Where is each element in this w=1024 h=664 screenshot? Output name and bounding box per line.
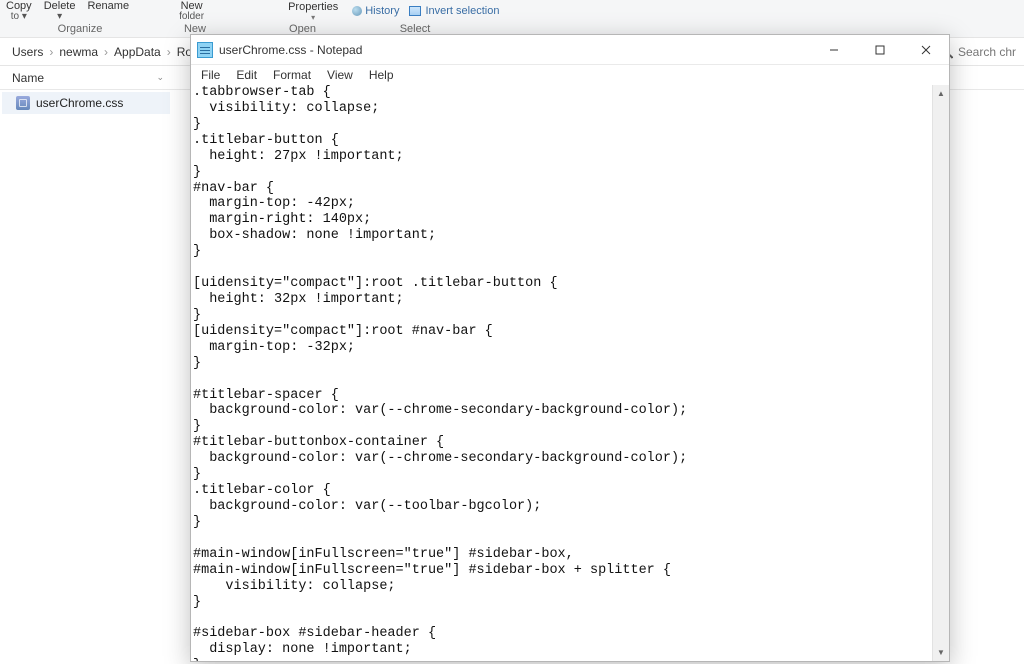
menu-help[interactable]: Help [363,67,400,83]
ribbon-copy-to[interactable]: Copy to ▾ [0,0,38,22]
chevron-down-icon: ⌄ [156,72,164,83]
ribbon-section-organize: Organize [0,22,160,37]
breadcrumb-item[interactable]: AppData [110,45,165,59]
ribbon-commands: Copy to ▾ Delete ▾ Rename New folder Pro… [0,0,1024,22]
maximize-button[interactable] [857,35,903,65]
close-button[interactable] [903,35,949,65]
search-box[interactable]: 🔍 Search chr [939,45,1016,59]
menu-view[interactable]: View [321,67,359,83]
notepad-window: userChrome.css - Notepad File Edit Forma… [190,34,950,662]
notepad-title-text: userChrome.css - Notepad [219,43,362,57]
menu-file[interactable]: File [195,67,226,83]
ribbon-invert-selection[interactable]: Invert selection [405,0,503,22]
chevron-right-icon: › [102,45,110,59]
invert-selection-icon [409,6,421,16]
menu-edit[interactable]: Edit [230,67,263,83]
menu-format[interactable]: Format [267,67,317,83]
ribbon-history[interactable]: History [346,0,405,22]
minimize-icon [829,45,839,55]
file-item-userchrome[interactable]: userChrome.css [2,92,170,114]
chevron-right-icon: › [165,45,173,59]
scroll-down-icon[interactable]: ▼ [933,644,949,661]
notepad-titlebar[interactable]: userChrome.css - Notepad [191,35,949,65]
vertical-scrollbar[interactable]: ▲ ▼ [932,85,949,661]
close-icon [921,45,931,55]
chevron-right-icon: › [47,45,55,59]
notepad-text-area[interactable]: .tabbrowser-tab { visibility: collapse; … [191,85,932,661]
notepad-menubar: File Edit Format View Help [191,65,949,85]
ribbon-rename[interactable]: Rename [81,0,135,22]
ribbon-delete[interactable]: Delete ▾ [38,0,82,22]
ribbon-new-folder[interactable]: New folder [173,0,210,22]
breadcrumb-item[interactable]: Users [8,45,47,59]
notepad-app-icon [197,42,213,58]
ribbon-properties[interactable]: Properties ▾ [280,0,346,22]
maximize-icon [875,45,885,55]
scroll-up-icon[interactable]: ▲ [933,85,949,102]
css-file-icon [16,96,30,110]
history-icon [352,6,362,16]
minimize-button[interactable] [811,35,857,65]
breadcrumb-item[interactable]: newma [55,45,102,59]
